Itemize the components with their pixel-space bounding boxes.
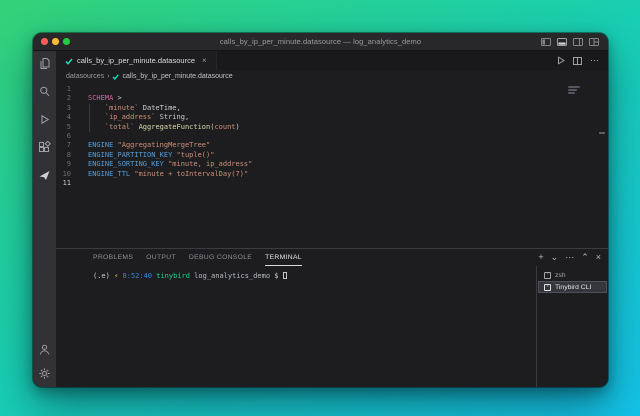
code-line[interactable]: `minute` DateTime, — [88, 104, 608, 113]
code-line[interactable]: ENGINE_TTL "minute + toIntervalDay(7)" — [88, 170, 608, 179]
panel-actions: + ⌄ ⋯ ⌃ × — [538, 253, 608, 262]
code-line[interactable] — [88, 85, 608, 94]
extensions-icon[interactable] — [38, 141, 51, 154]
line-number: 2 — [56, 94, 71, 103]
code-line[interactable]: ENGINE "AggregatingMergeTree" — [88, 141, 608, 150]
terminal-icon — [544, 284, 551, 291]
close-window-button[interactable] — [41, 38, 48, 45]
overview-ruler-mark — [599, 132, 605, 134]
split-editor-icon[interactable] — [573, 52, 582, 70]
code-line[interactable]: ENGINE_PARTITION_KEY "tuple()" — [88, 151, 608, 160]
desktop-background: calls_by_ip_per_minute.datasource — log_… — [0, 0, 640, 416]
line-number: 8 — [56, 151, 71, 160]
editor-more-actions-icon[interactable]: ⋯ — [590, 56, 599, 65]
new-terminal-button[interactable]: + — [538, 253, 543, 262]
breadcrumb-folder[interactable]: datasources — [66, 73, 104, 80]
explorer-icon[interactable] — [38, 57, 51, 70]
terminal-output[interactable]: (.e) ⚡ 8:52:40 tinybird log_analytics_de… — [56, 266, 536, 387]
panel-tab-problems[interactable]: PROBLEMS — [93, 249, 133, 266]
line-number: 9 — [56, 160, 71, 169]
indent-guide — [89, 104, 90, 132]
bottom-panel: PROBLEMS OUTPUT DEBUG CONSOLE TERMINAL + ⌄ ⋯ ⌃… — [56, 248, 608, 387]
account-icon[interactable] — [38, 343, 51, 356]
maximize-panel-button[interactable]: ⌃ — [581, 253, 589, 262]
settings-gear-icon[interactable] — [38, 367, 51, 380]
breadcrumb-separator: › — [107, 73, 109, 80]
terminal-instance-zsh[interactable]: zsh — [538, 269, 607, 281]
toggle-sidebar-left-icon[interactable] — [541, 38, 551, 46]
terminal-icon — [544, 272, 551, 279]
toggle-sidebar-right-icon[interactable] — [573, 38, 583, 46]
terminal-instance-label: Tinybird CLI — [555, 284, 591, 291]
window-controls — [33, 38, 70, 45]
terminal-prompt: (.e) ⚡ 8:52:40 tinybird log_analytics_de… — [93, 271, 536, 281]
activity-bar — [33, 51, 56, 387]
code-line[interactable]: SCHEMA > — [88, 94, 608, 103]
code-line[interactable]: ENGINE_SORTING_KEY "minute, ip_address" — [88, 160, 608, 169]
breadcrumb-file[interactable]: calls_by_ip_per_minute.datasource — [122, 73, 232, 80]
search-icon[interactable] — [38, 85, 51, 98]
line-number: 11 — [56, 179, 71, 188]
tinybird-datasource-file-icon — [112, 73, 119, 80]
tinybird-extension-icon[interactable] — [38, 169, 51, 182]
terminal-instance-label: zsh — [555, 272, 566, 279]
tinybird-datasource-file-icon — [65, 57, 73, 65]
minimap[interactable] — [568, 86, 582, 95]
tab-label: calls_by_ip_per_minute.datasource — [77, 56, 195, 65]
editor-tab-bar: calls_by_ip_per_minute.datasource × ⋯ — [56, 51, 608, 70]
terminal-profile-dropdown[interactable]: ⌄ — [551, 253, 559, 262]
code-line[interactable]: `total` AggregateFunction(count) — [88, 123, 608, 132]
minimize-window-button[interactable] — [52, 38, 59, 45]
code-line[interactable] — [88, 179, 608, 188]
line-number: 1 — [56, 85, 71, 94]
terminal-instance-list: zsh Tinybird CLI — [536, 266, 608, 387]
line-number: 4 — [56, 113, 71, 122]
editor-code[interactable]: SCHEMA > `minute` DateTime, `ip_address`… — [71, 85, 608, 248]
run-file-icon[interactable] — [557, 52, 565, 70]
run-and-debug-icon[interactable] — [38, 113, 51, 126]
line-number: 3 — [56, 104, 71, 113]
code-editor[interactable]: 1234567891011 SCHEMA > `minute` DateTime… — [56, 83, 608, 248]
code-line[interactable]: `ip_address` String, — [88, 113, 608, 122]
terminal-cursor — [283, 272, 287, 280]
panel-header: PROBLEMS OUTPUT DEBUG CONSOLE TERMINAL + ⌄ ⋯ ⌃… — [56, 249, 608, 266]
code-line[interactable] — [88, 132, 608, 141]
panel-tab-debug-console[interactable]: DEBUG CONSOLE — [189, 249, 252, 266]
customize-layout-icon[interactable] — [589, 38, 599, 46]
toggle-panel-icon[interactable] — [557, 38, 567, 46]
line-number: 5 — [56, 123, 71, 132]
close-panel-button[interactable]: × — [596, 253, 601, 262]
panel-tab-output[interactable]: OUTPUT — [146, 249, 176, 266]
maximize-window-button[interactable] — [63, 38, 70, 45]
editor-gutter: 1234567891011 — [56, 85, 71, 248]
panel-tabs: PROBLEMS OUTPUT DEBUG CONSOLE TERMINAL — [93, 249, 302, 266]
vscode-window: calls_by_ip_per_minute.datasource — log_… — [33, 33, 608, 387]
line-number: 10 — [56, 170, 71, 179]
line-number: 6 — [56, 132, 71, 141]
breadcrumb: datasources › calls_by_ip_per_minute.dat… — [56, 70, 608, 83]
title-bar: calls_by_ip_per_minute.datasource — log_… — [33, 33, 608, 51]
window-title: calls_by_ip_per_minute.datasource — log_… — [33, 37, 608, 46]
tab-close-icon[interactable]: × — [202, 56, 207, 65]
panel-more-actions-button[interactable]: ⋯ — [565, 253, 574, 262]
tab-calls-by-ip-per-minute-datasource[interactable]: calls_by_ip_per_minute.datasource × — [56, 51, 217, 70]
terminal-instance-tinybird-cli[interactable]: Tinybird CLI — [538, 281, 607, 293]
panel-tab-terminal[interactable]: TERMINAL — [265, 249, 302, 266]
line-number: 7 — [56, 141, 71, 150]
